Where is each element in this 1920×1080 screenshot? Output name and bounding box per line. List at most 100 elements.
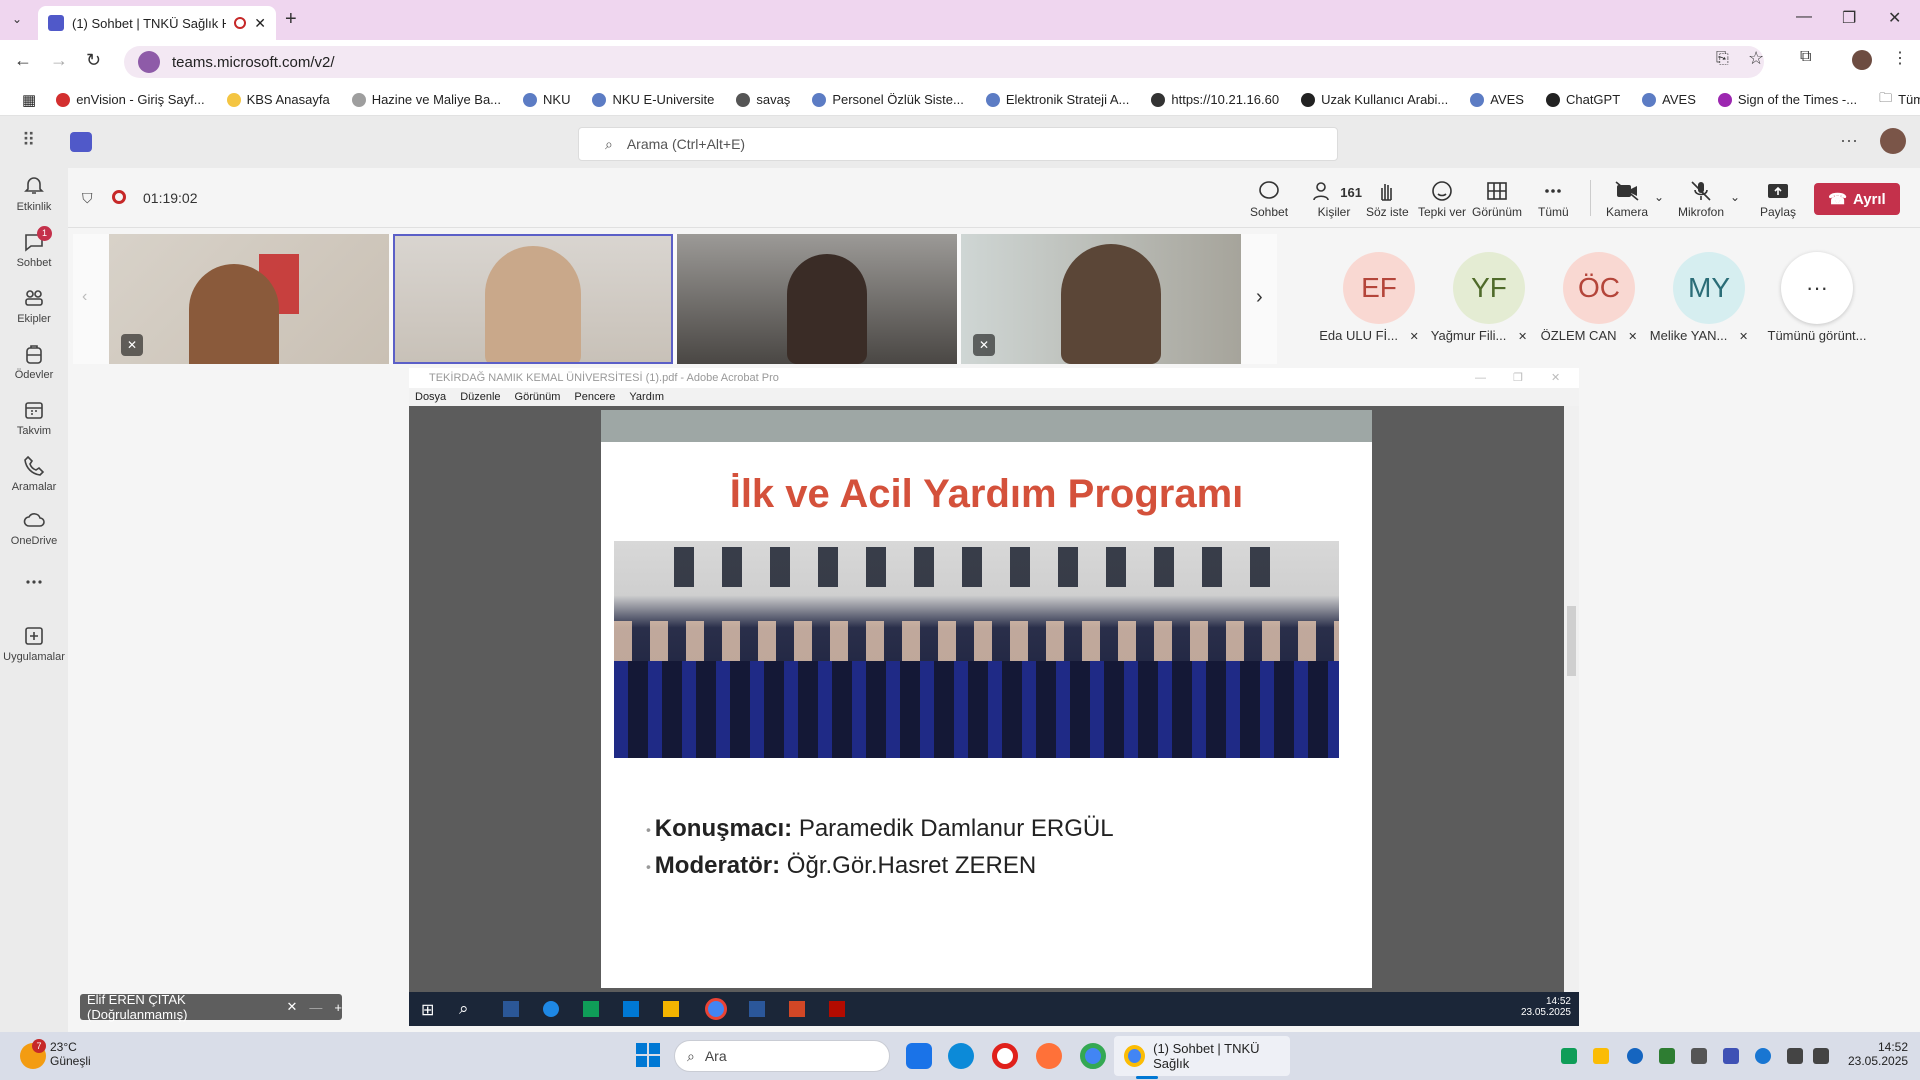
display-icon[interactable] — [1723, 1048, 1739, 1064]
acrobat-menu-item[interactable]: Düzenle — [460, 391, 500, 403]
forward-icon[interactable]: → — [50, 50, 68, 71]
reload-icon[interactable]: ↻ — [86, 50, 101, 71]
rail-item-add-app[interactable]: Uygulamalar — [0, 624, 68, 663]
close-window-icon[interactable]: ✕ — [1888, 8, 1901, 28]
browser-menu-icon[interactable]: ⋮ — [1892, 48, 1908, 68]
opera-icon[interactable] — [992, 1043, 1018, 1069]
google-drive-icon[interactable] — [1593, 1048, 1609, 1064]
participant-avatar[interactable]: YF — [1453, 252, 1525, 324]
bookmark-item[interactable]: https://10.21.16.60 — [1151, 92, 1279, 107]
see-all-label[interactable]: Tümünü görünt... — [1757, 328, 1877, 343]
bookmark-item[interactable]: savaş — [736, 92, 790, 107]
profile-avatar[interactable] — [1852, 50, 1872, 70]
extensions-icon[interactable]: ⧉ — [1800, 48, 1811, 66]
new-tab-button[interactable]: + — [285, 8, 297, 31]
outlook-icon[interactable] — [906, 1043, 932, 1069]
rail-item-teams[interactable]: Ekipler — [0, 286, 68, 325]
all-bookmarks-button[interactable]: 🗀 Tüm Yer İşaretleri — [1879, 89, 1920, 111]
participant-avatar[interactable]: MY — [1673, 252, 1745, 324]
taskbar-active-chrome-window[interactable]: (1) Sohbet | TNKÜ Sağlık — [1114, 1036, 1290, 1076]
bookmark-item[interactable]: NKU E-Universite — [592, 92, 714, 107]
bookmark-item[interactable]: ChatGPT — [1545, 92, 1620, 107]
bookmark-item[interactable]: NKU — [523, 92, 570, 107]
microphone-tray-icon[interactable] — [1755, 1048, 1771, 1064]
restore-window-icon[interactable]: ❐ — [1842, 8, 1856, 28]
mic-options-chevron-icon[interactable]: ⌄ — [1730, 190, 1740, 204]
see-all-participants-button[interactable]: ··· — [1781, 252, 1853, 324]
settings-more-icon[interactable]: ··· — [1840, 130, 1858, 151]
taskbar-search-box[interactable]: ⌕ Ara — [674, 1040, 890, 1072]
video-tile-active-speaker[interactable] — [393, 234, 673, 364]
address-bar[interactable]: teams.microsoft.com/v2/ — [124, 46, 1764, 78]
participant-avatar[interactable]: ÖC — [1563, 252, 1635, 324]
video-tile[interactable]: ✕ — [109, 234, 389, 364]
bookmark-item[interactable]: Hazine ve Maliye Ba... — [351, 92, 501, 107]
back-icon[interactable]: ← — [14, 50, 32, 71]
zoom-in-icon[interactable]: + — [334, 1000, 342, 1015]
tab-search-icon[interactable]: ⌄ — [12, 12, 22, 26]
strip-prev-icon[interactable]: ‹ — [82, 288, 87, 306]
rail-item-chat[interactable]: Sohbet 1 — [0, 226, 68, 269]
user-avatar[interactable] — [1880, 128, 1906, 154]
chrome-taskbar-icon[interactable] — [1080, 1043, 1106, 1069]
system-clock[interactable]: 14:52 23.05.2025 — [1848, 1040, 1908, 1068]
acrobat-menu-item[interactable]: Dosya — [415, 391, 446, 403]
bookmark-star-icon[interactable]: ☆ — [1748, 48, 1764, 69]
app-launcher-icon[interactable]: ⠿ — [22, 130, 35, 151]
rail-item-phone[interactable]: Aramalar — [0, 454, 68, 493]
edge-icon[interactable] — [948, 1043, 974, 1069]
bookmark-item[interactable]: enVision - Giriş Sayf... — [56, 92, 205, 107]
camera-button[interactable]: Kamera — [1606, 180, 1648, 219]
bookmark-item[interactable]: Uzak Kullanıcı Arabi... — [1301, 92, 1448, 107]
acrobat-menu-item[interactable]: Pencere — [574, 391, 615, 403]
share-button[interactable]: Paylaş — [1760, 180, 1796, 219]
react-button[interactable]: Tepki ver — [1418, 180, 1466, 219]
microphone-button[interactable]: Mikrofon — [1678, 180, 1724, 219]
leave-button[interactable]: ☎ Ayrıl — [1814, 183, 1900, 215]
usb-icon[interactable] — [1691, 1048, 1707, 1064]
bookmark-item[interactable]: Personel Özlük Siste... — [812, 92, 964, 107]
people-button[interactable]: 161 Kişiler — [1306, 180, 1362, 219]
bluetooth-icon[interactable] — [1627, 1048, 1643, 1064]
install-app-icon[interactable]: ⎘ — [1716, 50, 1729, 68]
acrobat-restore-icon[interactable]: ❐ — [1513, 368, 1523, 388]
rail-item-cloud[interactable]: OneDrive — [0, 508, 68, 547]
wifi-icon[interactable] — [1787, 1048, 1803, 1064]
rail-item-bell[interactable]: Etkinlik — [0, 174, 68, 213]
more-actions-button[interactable]: Tümü — [1538, 180, 1569, 219]
tab-close-icon[interactable]: ✕ — [254, 15, 266, 32]
network-app-icon[interactable] — [1659, 1048, 1675, 1064]
video-tile[interactable] — [677, 234, 957, 364]
video-tile[interactable]: ✕ — [961, 234, 1241, 364]
chat-button[interactable]: Sohbet — [1250, 180, 1288, 219]
acrobat-scrollbar[interactable] — [1564, 406, 1579, 992]
apps-grid-icon[interactable]: ▦ — [22, 91, 36, 109]
search-input[interactable]: ⌕ Arama (Ctrl+Alt+E) — [578, 127, 1338, 161]
rail-item-backpack[interactable]: Ödevler — [0, 342, 68, 381]
windows-start-icon[interactable] — [636, 1043, 660, 1067]
bookmark-item[interactable]: AVES — [1470, 92, 1524, 107]
minimize-window-icon[interactable]: — — [1796, 8, 1812, 26]
tray-app-icon[interactable] — [1561, 1048, 1577, 1064]
scrollbar-thumb[interactable] — [1567, 606, 1576, 676]
bookmark-item[interactable]: Sign of the Times -... — [1717, 92, 1857, 107]
weather-widget[interactable]: 23°C Güneşli — [50, 1040, 91, 1068]
acrobat-close-icon[interactable]: ✕ — [1551, 368, 1560, 388]
acrobat-menu-item[interactable]: Görünüm — [515, 391, 561, 403]
bookmark-item[interactable]: KBS Anasayfa — [226, 92, 330, 107]
firefox-icon[interactable] — [1036, 1043, 1062, 1069]
site-info-icon[interactable] — [138, 51, 160, 73]
rail-item-more[interactable] — [0, 570, 68, 597]
bookmark-item[interactable]: Elektronik Strateji A... — [985, 92, 1129, 107]
camera-options-chevron-icon[interactable]: ⌄ — [1654, 190, 1664, 204]
zoom-out-icon[interactable]: — — [309, 1000, 322, 1015]
strip-next-icon[interactable]: › — [1256, 286, 1263, 309]
participant-avatar[interactable]: EF — [1343, 252, 1415, 324]
bookmark-item[interactable]: AVES — [1642, 92, 1696, 107]
acrobat-minimize-icon[interactable]: — — [1475, 368, 1486, 388]
browser-tab-active[interactable]: (1) Sohbet | TNKÜ Sağlık Hi ✕ — [38, 6, 276, 40]
raise-hand-button[interactable]: Söz iste — [1366, 180, 1409, 219]
acrobat-menu-item[interactable]: Yardım — [629, 391, 664, 403]
volume-icon[interactable] — [1813, 1048, 1829, 1064]
rail-item-calendar[interactable]: Takvim — [0, 398, 68, 437]
